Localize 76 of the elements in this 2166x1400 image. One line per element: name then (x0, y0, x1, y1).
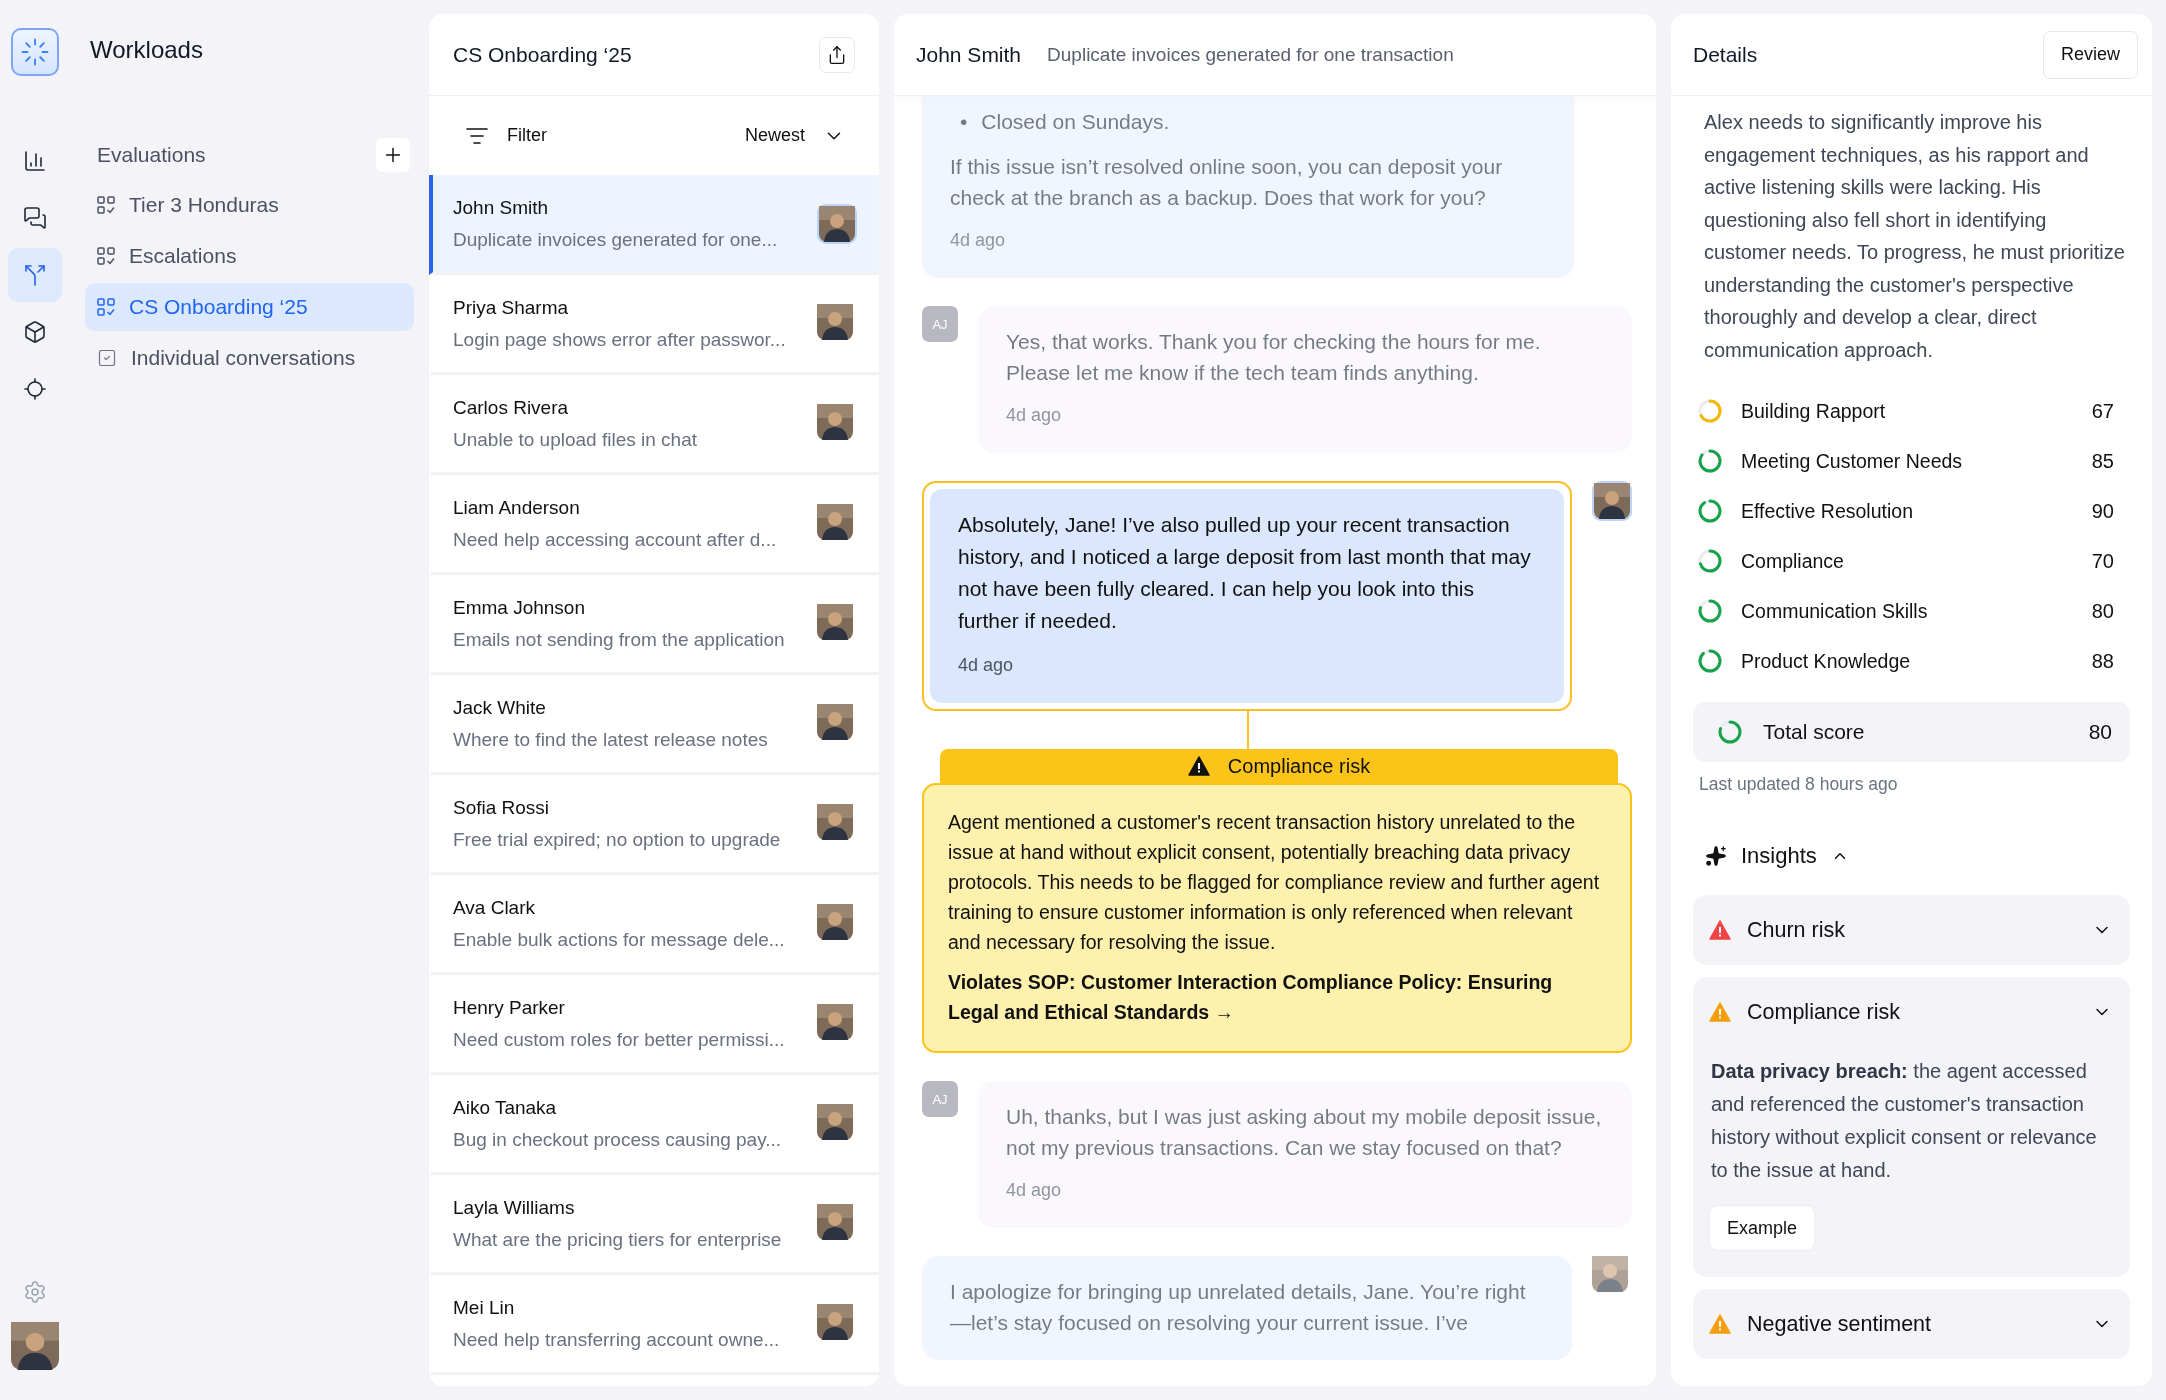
message-time: 4d ago (958, 654, 1015, 677)
insight-header[interactable]: Churn risk (1709, 895, 2112, 965)
score-value: 85 (2091, 449, 2114, 473)
customer-name: Sofia Rossi (453, 796, 551, 819)
conversation-preview: Where to find the latest release notes (453, 728, 768, 751)
score-value: 67 (2091, 399, 2114, 423)
insights-toggle[interactable]: Insights (1693, 843, 1849, 869)
score-label: Total score (1763, 720, 1866, 744)
conversation-preview: What are the pricing tiers for enterprise (453, 1228, 782, 1251)
nav-item[interactable]: Escalations (85, 232, 414, 280)
customer-name: John Smith (453, 196, 550, 219)
score-value: 80 (2091, 599, 2114, 623)
conversation-preview: Duplicate invoices generated for one... (453, 228, 778, 251)
customer-name: Ava Clark (453, 896, 536, 919)
customer-name: Jack White (453, 696, 547, 719)
customer-name: Aiko Tanaka (453, 1096, 558, 1119)
message-time: 4d ago (950, 229, 1007, 252)
conversation-preview: Bug in checkout process causing pay... (453, 1128, 782, 1151)
insight-header[interactable]: Compliance risk (1709, 977, 2112, 1047)
sort-dropdown[interactable]: Newest (744, 124, 845, 147)
filter-button[interactable]: Filter (465, 123, 547, 148)
customer-name: Liam Anderson (453, 496, 581, 519)
example-button[interactable]: Example (1709, 1205, 1816, 1251)
message-time: 4d ago (1006, 1179, 1063, 1202)
panel-title: CS Onboarding ‘25 (453, 42, 632, 67)
conversation-preview: Need custom roles for better permissi... (453, 1028, 785, 1051)
customer-name: Mei Lin (453, 1296, 516, 1319)
score-label: Compliance (1741, 549, 1845, 573)
customer-name: Henry Parker (453, 996, 566, 1019)
sop-link[interactable]: Violates SOP: Customer Interaction Compliance Policy: Ensuring Legal and Ethical Standards → (948, 967, 1606, 1027)
score-value: 88 (2091, 649, 2114, 673)
page-title: Workloads (89, 35, 204, 65)
review-button[interactable]: Review (2042, 30, 2138, 79)
nav-item[interactable]: Tier 3 Honduras (85, 181, 414, 229)
flag-text: Agent mentioned a customer's recent transaction history unrelated to the issue at hand without explicit consent, potentially breaching data privacy protocols. This needs to be flagged for compliance review and further agent training to ensure customer information is only referenced when relevant and necessary for resolving the issue. (948, 810, 1601, 955)
conversation-preview: Emails not sending from the application (453, 628, 785, 651)
conversation-preview: Unable to upload files in chat (453, 428, 697, 451)
conversation-preview: Free trial expired; no option to upgrade (453, 828, 781, 851)
flag-title: Compliance risk (1227, 754, 1371, 778)
chat-subject: Duplicate invoices generated for one transaction (1047, 43, 1454, 66)
customer-name: Carlos Rivera (453, 396, 570, 419)
nav-item[interactable]: Individual conversations (85, 334, 414, 382)
score-value: 70 (2091, 549, 2114, 573)
score-value: 90 (2091, 499, 2114, 523)
customer-initials: AJ (922, 306, 958, 342)
insight-header[interactable]: Negative sentiment (1709, 1289, 2112, 1359)
conversation-preview: Need help accessing account after d... (453, 528, 777, 551)
message-text: If this issue isn’t resolved online soon, you can deposit your check at the branch as a backup. Does that work for you? (950, 154, 1504, 211)
insight-text: Data privacy breach: the agent accessed and referenced the customer's transaction history without explicit consent or relevance to the issue at hand. (1711, 1059, 2098, 1183)
updated-time: Last updated 8 hours ago (1698, 773, 1899, 795)
summary-text: Alex needs to significantly improve his engagement techniques, as his rapport and active listening skills were lacking. His questioning also fell short in identifying customer needs. To progress, he must prioritize understanding the customer's perspective thoroughly and develop a clear, direct communication approach. (1703, 110, 2126, 363)
message-text: I apologize for bringing up unrelated details, Jane. You’re right—let’s stay focused on resolving your current issue. I’ve (950, 1279, 1527, 1336)
customer-name: Priya Sharma (453, 296, 570, 319)
score-label: Building Rapport (1741, 399, 1887, 423)
message-text: Yes, that works. Thank you for checking the hours for me. Please let me know if the tech team finds anything. (1006, 329, 1542, 386)
conversation-preview: Need help transferring account owne... (453, 1328, 780, 1351)
panel-title: Details (1693, 42, 1758, 67)
chat-customer-name: John Smith (916, 42, 1022, 67)
conversation-preview: Login page shows error after passwor... (453, 328, 786, 351)
score-label: Meeting Customer Needs (1741, 449, 1964, 473)
score-label: Communication Skills (1741, 599, 1929, 623)
message-time: 4d ago (1006, 404, 1063, 427)
nav-item[interactable]: CS Onboarding ‘25 (85, 283, 414, 331)
conversation-preview: Enable bulk actions for message dele... (453, 928, 785, 951)
section-heading: Evaluations (97, 143, 206, 167)
score-value: 80 (2088, 720, 2112, 744)
customer-name: Emma Johnson (453, 596, 586, 619)
message-text: Uh, thanks, but I was just asking about my mobile deposit issue, not my previous transactions. Can we stay focused on that? (1006, 1104, 1603, 1161)
conversation-item[interactable]: John Smith Duplicate invoices generated for one... (429, 175, 879, 275)
message-text: Absolutely, Jane! I’ve also pulled up your recent transaction history, and I noticed a large deposit from last month that may not have been fully cleared. I can help you look into this further if needed. (958, 512, 1532, 634)
customer-name: Layla Williams (453, 1196, 576, 1219)
bullet-text: Closed on Sundays. (981, 109, 1170, 135)
score-label: Product Knowledge (1741, 649, 1912, 673)
bullet-marker: • (960, 109, 968, 135)
customer-initials: AJ (922, 1081, 958, 1117)
score-label: Effective Resolution (1741, 499, 1914, 523)
